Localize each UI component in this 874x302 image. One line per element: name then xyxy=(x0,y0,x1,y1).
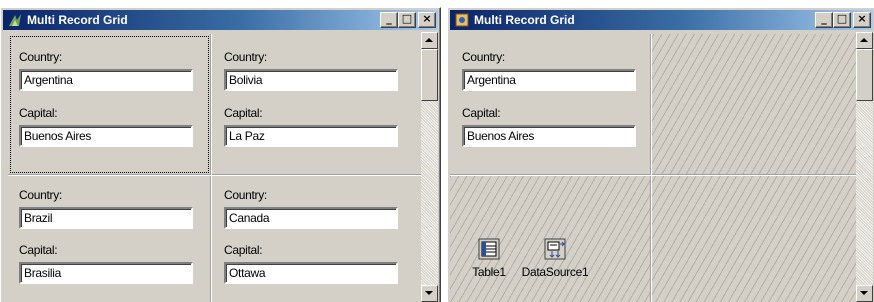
table-component[interactable]: Table1 xyxy=(464,238,514,279)
arrow-down-icon xyxy=(425,291,433,295)
close-icon: × xyxy=(422,12,432,25)
scroll-up-button[interactable] xyxy=(856,32,873,49)
capital-label: Capital: xyxy=(224,106,263,120)
scroll-up-button[interactable] xyxy=(421,32,438,49)
minimize-icon: _ xyxy=(386,12,392,25)
window-title: Multi Record Grid xyxy=(474,13,575,27)
country-label: Country: xyxy=(224,188,267,202)
close-icon: × xyxy=(857,12,867,25)
minimize-button[interactable]: _ xyxy=(380,12,398,28)
datasource-component-label: DataSource1 xyxy=(521,265,589,279)
capital-label: Capital: xyxy=(462,106,501,120)
maximize-button[interactable]: □ xyxy=(833,12,851,28)
capital-field[interactable]: Ottawa xyxy=(224,262,398,284)
grid-client-area: Country: Argentina Capital: Buenos Aires… xyxy=(3,32,421,302)
grid-cell-placeholder xyxy=(652,34,856,176)
datasource-component[interactable]: DataSource1 xyxy=(516,238,594,279)
country-label: Country: xyxy=(19,50,62,64)
country-label: Country: xyxy=(19,188,62,202)
capital-label: Capital: xyxy=(19,106,58,120)
vertical-scrollbar[interactable] xyxy=(856,32,873,302)
capital-field[interactable]: La Paz xyxy=(224,125,398,147)
close-button[interactable]: × xyxy=(853,12,871,28)
country-label: Country: xyxy=(224,50,267,64)
country-field[interactable]: Brazil xyxy=(19,207,193,229)
datasource-icon xyxy=(544,238,566,260)
title-bar[interactable]: Multi Record Grid _ □ × xyxy=(3,10,438,30)
capital-label: Capital: xyxy=(19,243,58,257)
vertical-scrollbar[interactable] xyxy=(421,32,438,302)
country-field[interactable]: Canada xyxy=(224,207,398,229)
arrow-up-icon xyxy=(860,38,868,42)
grid-cell-template[interactable]: Country: Argentina Capital: Buenos Aires xyxy=(450,34,652,176)
country-field[interactable]: Argentina xyxy=(19,69,193,91)
grid-cell-placeholder: Table1 DataSource1 xyxy=(450,176,652,302)
close-button[interactable]: × xyxy=(418,12,436,28)
table-component-label: Table1 xyxy=(472,265,506,279)
grid-cell-bolivia[interactable]: Country: Bolivia Capital: La Paz xyxy=(212,34,421,176)
arrow-up-icon xyxy=(425,38,433,42)
runtime-window: Multi Record Grid _ □ × Country: Argenti… xyxy=(0,7,441,302)
app-icon xyxy=(455,13,469,27)
maximize-icon: □ xyxy=(836,12,848,25)
table-icon xyxy=(478,238,500,260)
grid-cell-argentina[interactable]: Country: Argentina Capital: Buenos Aires xyxy=(8,34,212,176)
country-field[interactable]: Bolivia xyxy=(224,69,398,91)
capital-field[interactable]: Buenos Aires xyxy=(19,125,193,147)
country-field[interactable]: Argentina xyxy=(462,69,636,91)
grid-cell-canada[interactable]: Country: Canada Capital: Ottawa xyxy=(212,176,421,302)
title-bar[interactable]: Multi Record Grid _ □ × xyxy=(450,10,873,30)
minimize-button[interactable]: _ xyxy=(815,12,833,28)
capital-label: Capital: xyxy=(224,243,263,257)
scroll-thumb[interactable] xyxy=(421,49,438,101)
country-label: Country: xyxy=(462,50,505,64)
capital-field[interactable]: Brasilia xyxy=(19,262,193,284)
app-icon xyxy=(9,14,21,26)
capital-field[interactable]: Buenos Aires xyxy=(462,125,636,147)
minimize-icon: _ xyxy=(821,12,827,25)
grid-cell-placeholder xyxy=(652,176,856,302)
grid-cell-brazil[interactable]: Country: Brazil Capital: Brasilia xyxy=(8,176,212,302)
designer-window: Multi Record Grid _ □ × Country: Argenti… xyxy=(447,7,874,302)
scroll-thumb[interactable] xyxy=(856,49,873,101)
maximize-icon: □ xyxy=(401,12,413,25)
scroll-down-button[interactable] xyxy=(856,285,873,302)
window-title: Multi Record Grid xyxy=(27,13,128,27)
maximize-button[interactable]: □ xyxy=(398,12,416,28)
arrow-down-icon xyxy=(860,291,868,295)
grid-client-area: Country: Argentina Capital: Buenos Aires… xyxy=(450,32,856,302)
scroll-down-button[interactable] xyxy=(421,285,438,302)
